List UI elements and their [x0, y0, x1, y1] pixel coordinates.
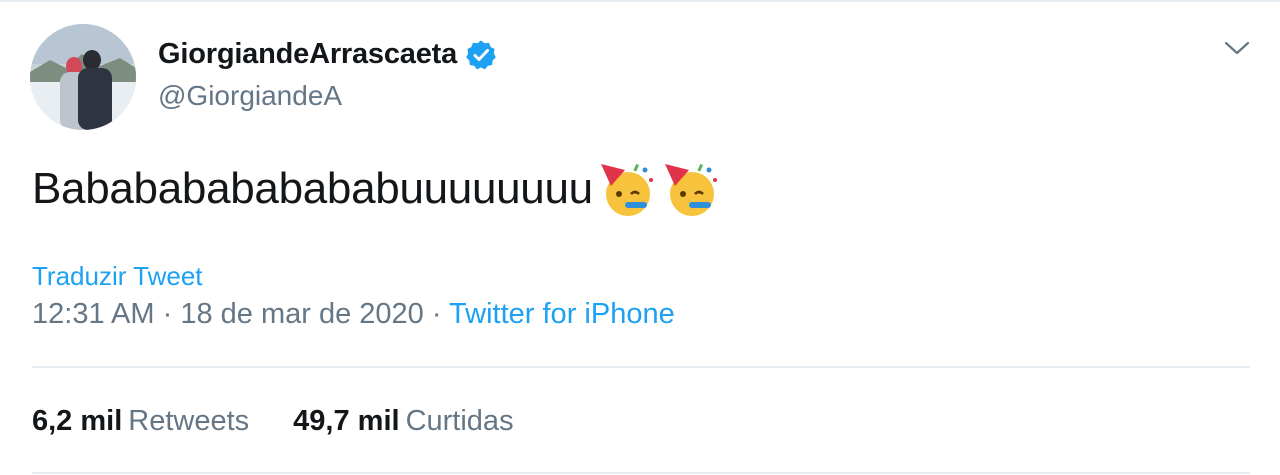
partying-face-emoji: [659, 158, 721, 220]
avatar[interactable]: [30, 24, 136, 130]
author-handle[interactable]: @GiorgiandeA: [158, 80, 342, 112]
meta-separator: ·: [431, 298, 450, 330]
divider: [32, 472, 1250, 474]
verified-badge-icon: [465, 39, 497, 71]
translate-tweet-link[interactable]: Traduzir Tweet: [32, 261, 203, 292]
partying-face-emoji: [595, 158, 657, 220]
tweet-text-row: Babababababababuuuuuuuu: [32, 158, 721, 220]
retweets-stat[interactable]: 6,2 mil Retweets: [32, 405, 249, 438]
author-display-name[interactable]: GiorgiandeArrascaeta: [158, 38, 457, 71]
chevron-down-icon[interactable]: [1222, 38, 1252, 58]
likes-count: 49,7 mil: [293, 405, 400, 437]
tweet-stats: 6,2 mil Retweets 49,7 mil Curtidas: [32, 405, 558, 438]
retweets-label: Retweets: [128, 405, 250, 437]
tweet-metadata: 12:31 AM · 18 de mar de 2020 · Twitter f…: [32, 298, 675, 331]
tweet-time[interactable]: 12:31 AM: [32, 298, 155, 330]
top-border: [0, 0, 1280, 2]
meta-separator: ·: [162, 298, 181, 330]
likes-stat[interactable]: 49,7 mil Curtidas: [293, 405, 513, 438]
tweet-text: Babababababababuuuuuuuu: [32, 164, 593, 213]
likes-label: Curtidas: [405, 405, 514, 437]
tweet-source-link[interactable]: Twitter for iPhone: [449, 298, 675, 330]
retweets-count: 6,2 mil: [32, 405, 123, 437]
tweet-date[interactable]: 18 de mar de 2020: [180, 298, 423, 330]
divider: [32, 366, 1250, 368]
author-name-row: GiorgiandeArrascaeta: [158, 38, 497, 71]
